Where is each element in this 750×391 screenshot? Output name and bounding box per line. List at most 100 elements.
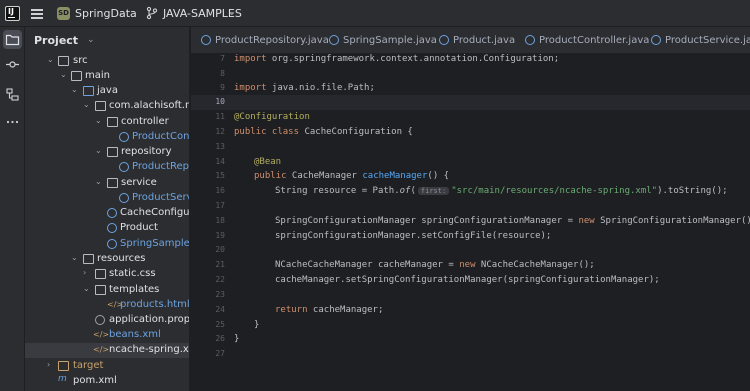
tool-window-strip xyxy=(0,27,25,391)
tree-item-productrepository[interactable]: ProductReposi xyxy=(25,160,189,175)
tree-item-label: ProductService xyxy=(132,192,189,203)
line-number: 19 xyxy=(215,231,225,240)
tree-item-product[interactable]: Product xyxy=(25,221,189,236)
chevron-down-icon[interactable]: ⌄ xyxy=(95,146,102,155)
tree-item-static-css[interactable]: › static.css xyxy=(25,267,189,282)
code-line: import java.nio.file.Path; xyxy=(234,83,375,98)
code-editor[interactable]: 7 8 9 10 11 12 13 14 15 16 17 18 19 20 2… xyxy=(191,54,750,391)
folder-icon xyxy=(71,71,82,81)
tree-item-label: products.html xyxy=(120,299,190,310)
line-number: 11 xyxy=(215,112,225,121)
tree-item-label: beans.xml xyxy=(109,329,161,340)
chevron-down-icon[interactable]: ⌄ xyxy=(71,85,78,94)
code-token: of xyxy=(399,186,411,196)
chevron-down-icon[interactable]: ⌄ xyxy=(95,116,102,125)
tree-item-main[interactable]: ⌄ main xyxy=(25,69,189,84)
parameter-hint: first: xyxy=(417,187,450,195)
code-token: SpringConfigurationManager springConfigu… xyxy=(275,216,579,226)
tree-item-resources[interactable]: ⌄ resources xyxy=(25,252,189,267)
chevron-down-icon[interactable]: ⌄ xyxy=(228,8,236,18)
code-token: NCacheCacheManager(); xyxy=(475,260,595,270)
chevron-down-icon[interactable]: ⌄ xyxy=(83,284,90,293)
tab-label: ProductRepository.java xyxy=(215,35,329,46)
tree-item-productservice[interactable]: ProductService xyxy=(25,191,189,206)
chevron-right-icon[interactable]: › xyxy=(83,268,86,277)
tree-item-package[interactable]: ⌄ com.alachisoft.ncach xyxy=(25,99,189,114)
git-branch-icon[interactable] xyxy=(145,6,159,20)
tree-item-label: resources xyxy=(97,253,146,264)
xml-file-icon: </> xyxy=(93,330,110,339)
line-number: 8 xyxy=(220,69,225,78)
tree-item-label: CacheConfigurat xyxy=(120,207,190,218)
chevron-down-icon[interactable]: ⌄ xyxy=(118,8,126,18)
line-number: 15 xyxy=(215,171,225,180)
tree-item-springsample[interactable]: SpringSample xyxy=(25,237,189,252)
tree-item-application-properties[interactable]: application.propertie xyxy=(25,313,189,328)
chevron-down-icon[interactable]: ⌄ xyxy=(87,35,95,45)
project-badge[interactable]: SD xyxy=(57,7,70,20)
code-token: java.nio.file.Path; xyxy=(266,83,375,93)
code-token: cacheManager; xyxy=(307,305,384,315)
line-number: 18 xyxy=(215,216,225,225)
tree-item-label: service xyxy=(121,177,157,188)
tree-item-templates[interactable]: ⌄ templates xyxy=(25,283,189,298)
chevron-down-icon[interactable]: ⌄ xyxy=(60,70,67,79)
class-icon xyxy=(107,239,117,249)
code-line: @Configuration xyxy=(234,112,310,122)
structure-icon[interactable] xyxy=(3,85,22,104)
code-token: public xyxy=(254,171,287,181)
intellij-logo-icon[interactable]: IJ xyxy=(5,6,20,21)
line-number: 14 xyxy=(215,157,225,166)
code-line: NCacheCacheManager cacheManager = new NC… xyxy=(275,260,595,275)
tree-item-label: com.alachisoft.ncach xyxy=(109,100,189,111)
panel-title[interactable]: Project xyxy=(34,34,78,47)
tab-label: SpringSample.java xyxy=(343,35,437,46)
tree-item-label: ncache-spring.xml xyxy=(109,344,189,355)
line-number: 12 xyxy=(215,127,225,136)
tab-label: ProductController.java xyxy=(539,35,650,46)
folder-icon xyxy=(95,285,106,295)
code-token: cacheManager xyxy=(362,171,428,181)
code-token: "src/main/resources/ncache-spring.xml" xyxy=(451,186,658,196)
tree-item-src[interactable]: ⌄ src xyxy=(25,54,189,69)
tree-item-label: templates xyxy=(109,284,160,295)
chevron-down-icon[interactable]: ⌄ xyxy=(71,253,78,262)
class-icon xyxy=(107,223,117,233)
tree-item-cacheconfiguration[interactable]: CacheConfigurat xyxy=(25,206,190,221)
interface-icon xyxy=(119,162,129,172)
project-folder-icon[interactable] xyxy=(3,30,22,49)
project-name[interactable]: SpringData xyxy=(75,7,137,20)
class-icon xyxy=(439,35,449,45)
tree-item-java[interactable]: ⌄ java xyxy=(25,84,189,99)
tree-item-ncache-spring-xml[interactable]: </> ncache-spring.xml xyxy=(25,343,189,358)
tree-item-target[interactable]: › target xyxy=(25,359,189,374)
line-number: 17 xyxy=(215,201,225,210)
tree-item-products-html[interactable]: </> products.html xyxy=(25,298,190,313)
tree-item-pom-xml[interactable]: m pom.xml xyxy=(25,374,189,389)
chevron-right-icon[interactable]: › xyxy=(47,360,50,369)
folder-icon xyxy=(95,269,106,279)
class-icon xyxy=(107,208,117,218)
commit-icon[interactable] xyxy=(3,55,22,74)
tree-item-repository[interactable]: ⌄ repository xyxy=(25,145,189,160)
chevron-down-icon[interactable]: ⌄ xyxy=(95,177,102,186)
project-panel: Project ⌄ ⌄ src ⌄ main ⌄ java ⌄ com.alac… xyxy=(25,27,190,391)
tree-item-label: java xyxy=(97,85,118,96)
tree-item-controller[interactable]: ⌄ controller xyxy=(25,115,189,130)
tree-item-service[interactable]: ⌄ service xyxy=(25,176,189,191)
main-menu-icon[interactable] xyxy=(31,8,43,19)
tree-item-beans-xml[interactable]: </> beans.xml xyxy=(25,328,189,343)
resources-folder-icon xyxy=(83,254,94,264)
package-icon xyxy=(107,117,118,127)
chevron-down-icon[interactable]: ⌄ xyxy=(47,55,54,64)
code-token: () { xyxy=(427,171,450,181)
code-line: String resource = Path.of(first: "src/mai… xyxy=(275,186,728,201)
chevron-down-icon[interactable]: ⌄ xyxy=(83,100,90,109)
code-line: SpringConfigurationManager springConfigu… xyxy=(275,216,750,231)
code-token: import xyxy=(234,83,267,93)
tab-label: Product.java xyxy=(453,35,516,46)
tree-item-productcontroller[interactable]: ProductContro xyxy=(25,130,189,145)
more-icon[interactable] xyxy=(3,112,22,131)
tree-item-label: src xyxy=(73,55,88,66)
folder-icon xyxy=(58,56,69,66)
